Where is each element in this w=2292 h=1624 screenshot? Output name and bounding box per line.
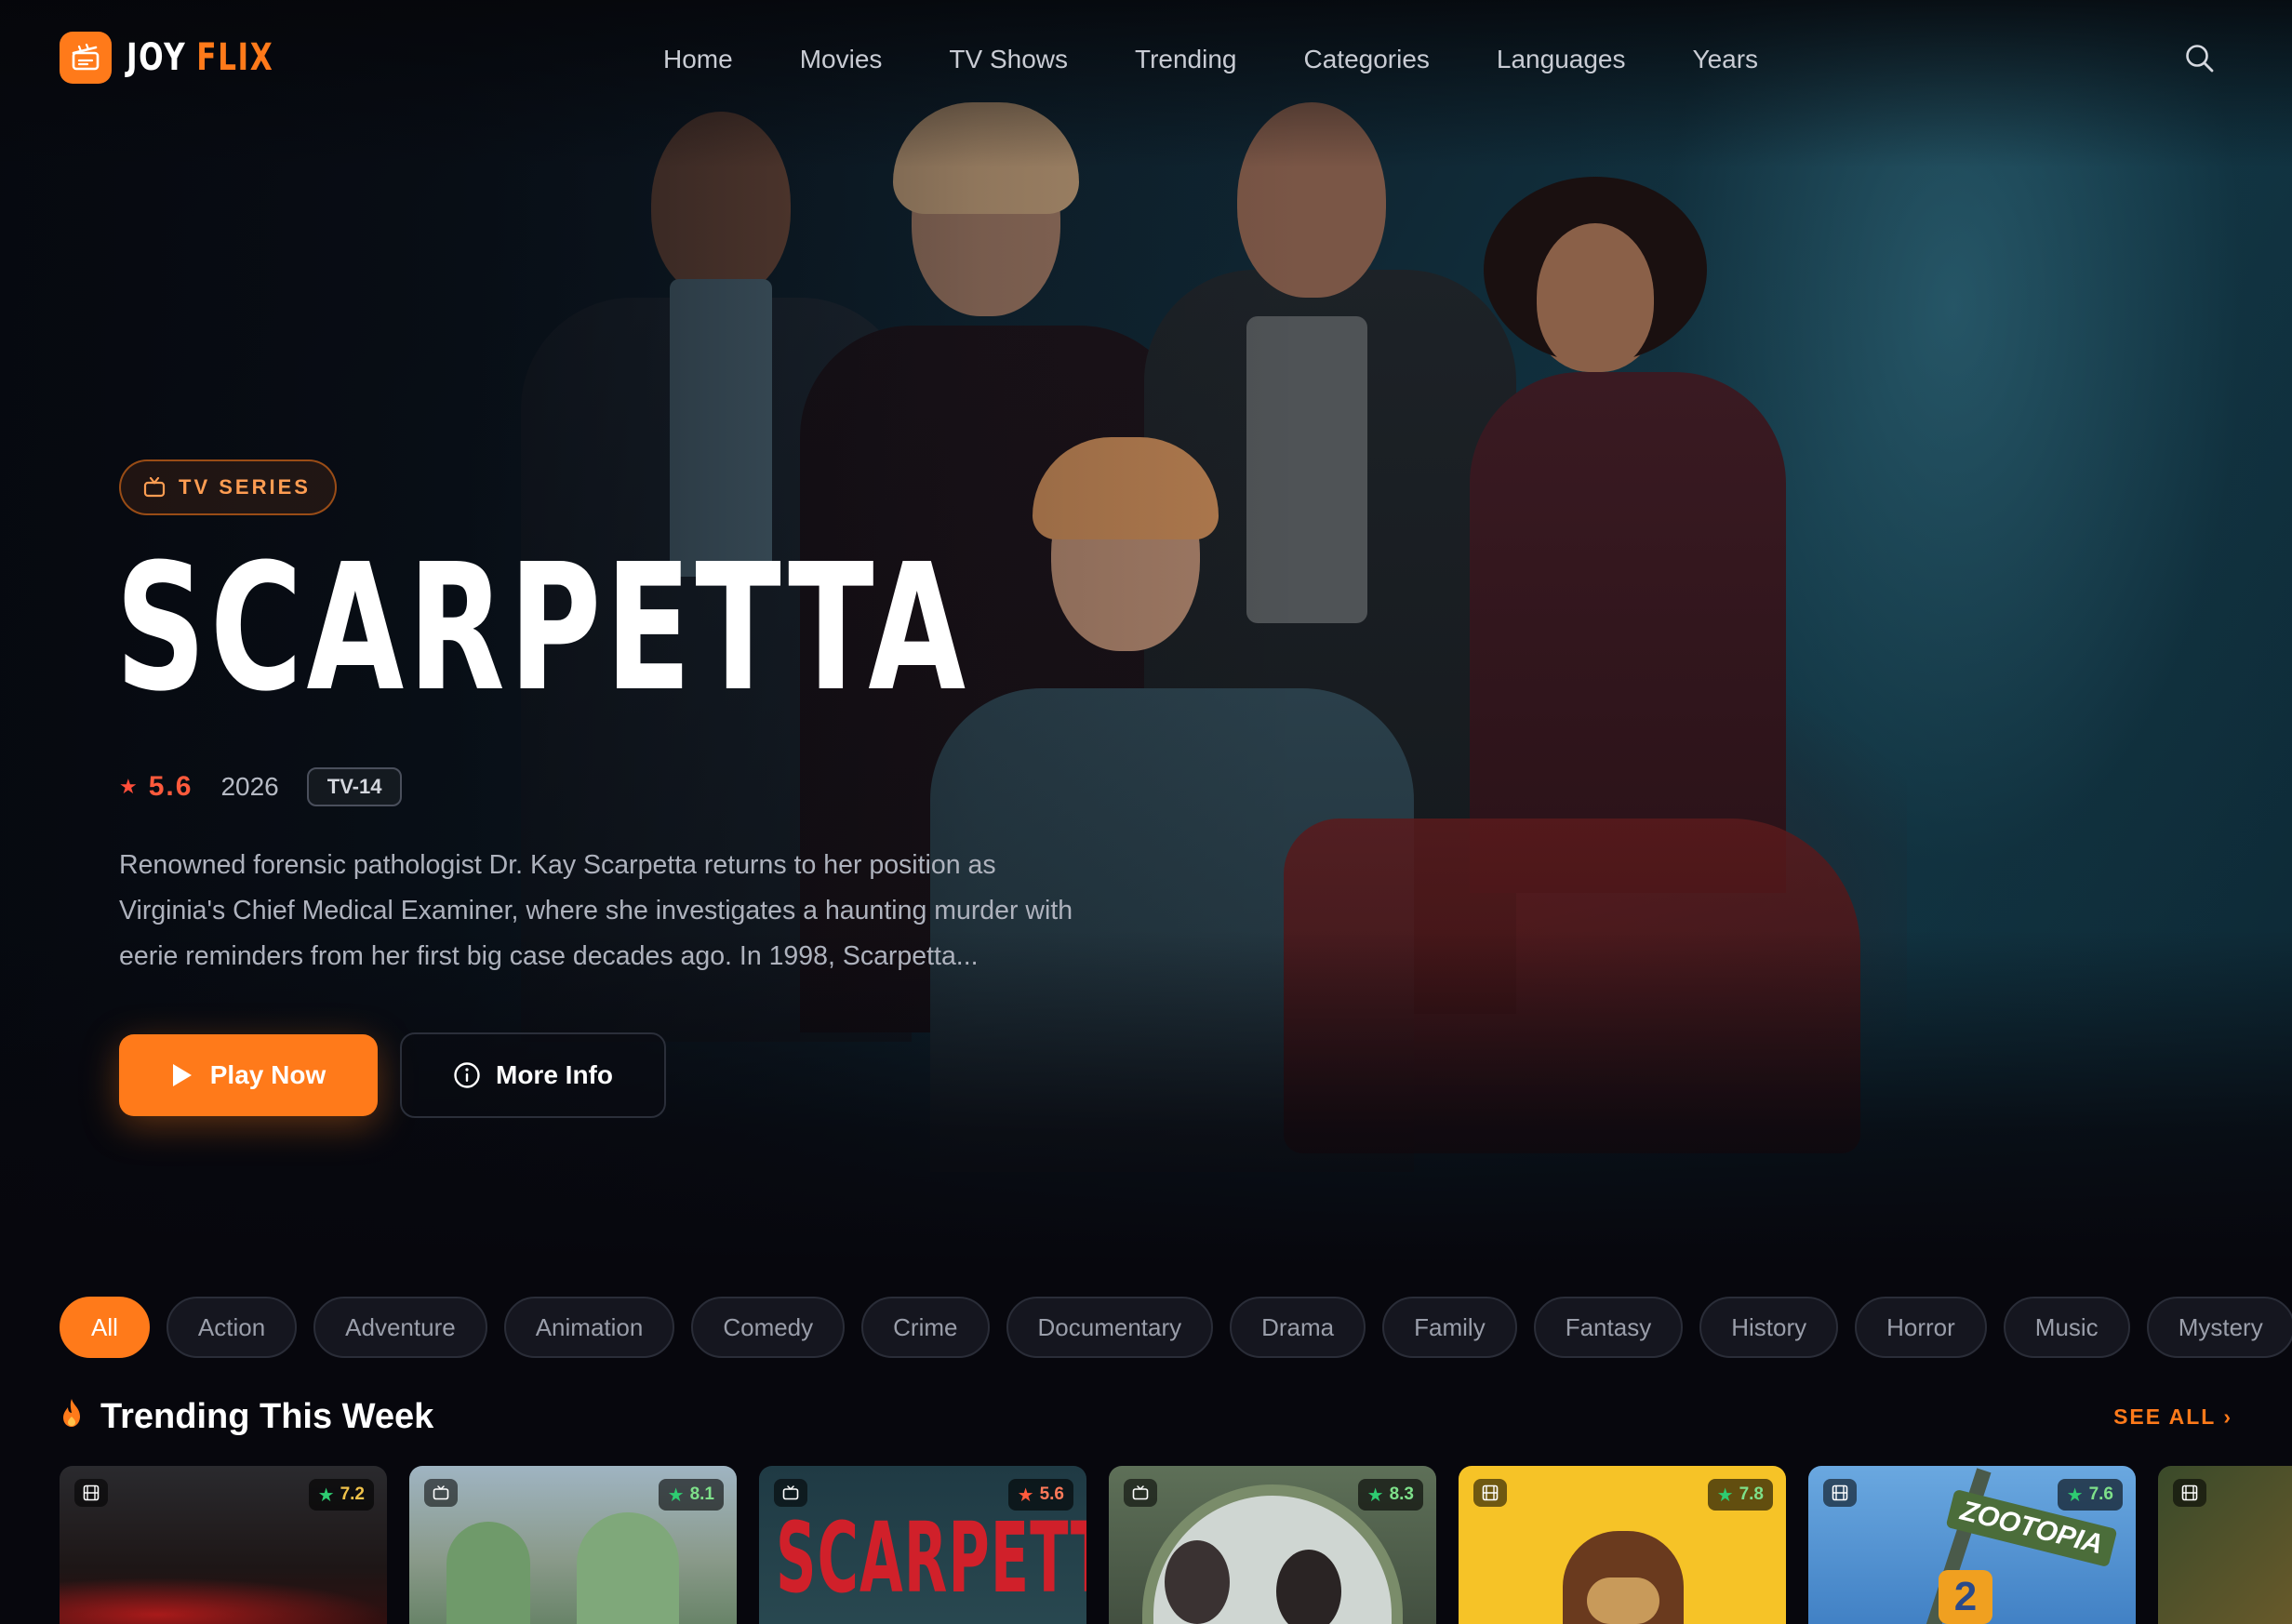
poster-title: SCARPETTA	[776, 1501, 1086, 1615]
genre-chip-comedy[interactable]: Comedy	[691, 1297, 846, 1358]
play-icon	[172, 1064, 192, 1086]
star-icon: ★	[1716, 1484, 1734, 1506]
trending-card[interactable]: ★ 7.2	[60, 1466, 387, 1624]
genre-filter-bar: All Action Adventure Animation Comedy Cr…	[60, 1297, 2292, 1360]
tv-icon	[143, 477, 166, 498]
hero-rating: 5.6	[148, 771, 193, 802]
nav-trending[interactable]: Trending	[1135, 41, 1236, 78]
content-type-badge: TV SERIES	[119, 459, 337, 515]
trending-header: Trending This Week SEE ALL ›	[60, 1391, 2232, 1442]
main-menu: Home Movies TV Shows Trending Categories…	[663, 41, 1825, 78]
star-icon: ★	[1017, 1484, 1034, 1506]
tv-icon	[1124, 1479, 1157, 1507]
rating-badge: ★ 8.3	[1357, 1479, 1423, 1511]
hero-description: Renowned forensic pathologist Dr. Kay Sc…	[119, 850, 1073, 971]
genre-chip-drama[interactable]: Drama	[1230, 1297, 1366, 1358]
genre-chip-animation[interactable]: Animation	[503, 1297, 675, 1358]
see-all-link[interactable]: SEE ALL ›	[2113, 1404, 2232, 1430]
rating-value: 7.2	[340, 1484, 365, 1504]
nav-tv-shows[interactable]: TV Shows	[949, 41, 1068, 78]
rating-badge: ★ 5.6	[1007, 1479, 1073, 1511]
genre-chip-history[interactable]: History	[1699, 1297, 1839, 1358]
nav-years[interactable]: Years	[1692, 41, 1758, 78]
genre-chip-all[interactable]: All	[60, 1297, 150, 1358]
nav-languages[interactable]: Languages	[1497, 41, 1626, 78]
rating-badge: ★ 7.2	[308, 1479, 374, 1511]
hero-title: SCARPETTA	[115, 526, 970, 730]
brand-logo[interactable]: JOY FLIX	[60, 32, 315, 84]
trending-card[interactable]: ★ 7.8	[1459, 1466, 1786, 1624]
rating-value: 5.6	[1039, 1484, 1064, 1504]
trending-card[interactable]: ★ 8.3	[1109, 1466, 1436, 1624]
trending-card[interactable]: ★ 8.1	[409, 1466, 737, 1624]
hero-meta: ★ 5.6 2026 TV-14	[119, 765, 403, 809]
star-icon: ★	[2066, 1484, 2084, 1506]
film-icon	[1473, 1479, 1507, 1507]
nav-home[interactable]: Home	[663, 41, 733, 78]
film-icon	[74, 1479, 108, 1507]
trending-card[interactable]: ZOOTOPIA 2 ★ 7.6	[1808, 1466, 2136, 1624]
film-icon	[1823, 1479, 1857, 1507]
trending-row: ★7.2 ★8.1 SCARPETTA ★5.6 ★8.3 ★7.8 ZOOTO…	[60, 1466, 2292, 1624]
rating-value: 7.6	[2088, 1484, 2113, 1504]
more-info-label: More Info	[496, 1060, 613, 1089]
more-info-button[interactable]: More Info	[400, 1032, 666, 1118]
brand-name: JOY FLIX	[127, 36, 273, 79]
certification-badge: TV-14	[306, 767, 403, 806]
trending-card[interactable]: SCARPETTA ★5.6	[759, 1466, 1086, 1624]
rating-value: 8.3	[1389, 1484, 1414, 1504]
genre-chip-family[interactable]: Family	[1382, 1297, 1517, 1358]
genre-chip-music[interactable]: Music	[2003, 1297, 2130, 1358]
genre-chip-crime[interactable]: Crime	[861, 1297, 990, 1358]
genre-chip-horror[interactable]: Horror	[1855, 1297, 1987, 1358]
rating-badge: ★ 7.6	[2057, 1479, 2123, 1511]
play-now-label: Play Now	[209, 1060, 326, 1089]
brand-name-part1: JOY	[127, 36, 187, 79]
info-icon	[454, 1062, 480, 1088]
genre-chip-documentary[interactable]: Documentary	[1006, 1297, 1214, 1358]
trending-card[interactable]	[2158, 1466, 2292, 1624]
genre-chip-fantasy[interactable]: Fantasy	[1533, 1297, 1684, 1358]
star-icon: ★	[119, 775, 138, 798]
nav-movies[interactable]: Movies	[800, 41, 883, 78]
rating-value: 7.8	[1739, 1484, 1764, 1504]
content-type-label: TV SERIES	[179, 475, 311, 499]
rating-value: 8.1	[689, 1484, 714, 1504]
star-icon: ★	[667, 1484, 685, 1506]
genre-chip-adventure[interactable]: Adventure	[313, 1297, 487, 1358]
star-icon: ★	[1366, 1484, 1384, 1506]
star-icon: ★	[317, 1484, 335, 1506]
section-title: Trending This Week	[100, 1396, 434, 1436]
fire-icon	[60, 1398, 84, 1435]
rating-badge: ★ 8.1	[658, 1479, 724, 1511]
film-icon	[2173, 1479, 2206, 1507]
poster-number: 2	[1939, 1570, 1992, 1624]
clapperboard-icon	[60, 32, 112, 84]
play-now-button[interactable]: Play Now	[119, 1034, 378, 1116]
genre-chip-action[interactable]: Action	[166, 1297, 298, 1358]
top-navigation: JOY FLIX Home Movies TV Shows Trending Ca…	[0, 0, 2292, 121]
hero-banner: TV SERIES SCARPETTA ★ 5.6 2026 TV-14 Ren…	[0, 0, 2292, 1265]
hero-year: 2026	[220, 772, 279, 801]
tv-icon	[424, 1479, 458, 1507]
nav-categories[interactable]: Categories	[1304, 41, 1430, 78]
search-icon[interactable]	[2184, 43, 2216, 74]
brand-name-part2: FLIX	[196, 36, 274, 79]
genre-chip-mystery[interactable]: Mystery	[2146, 1297, 2292, 1358]
rating-badge: ★ 7.8	[1707, 1479, 1773, 1511]
tv-icon	[774, 1479, 807, 1507]
